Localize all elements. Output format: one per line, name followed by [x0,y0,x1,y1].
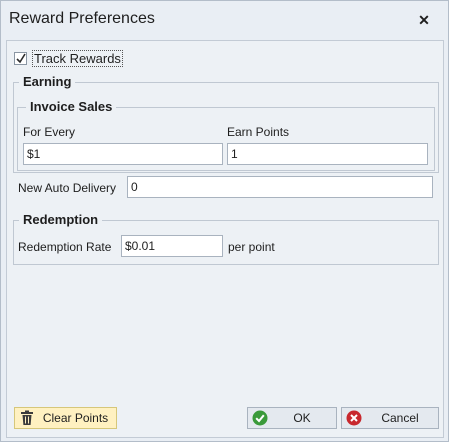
new-auto-delivery-label: New Auto Delivery [18,181,117,195]
redemption-group-title: Redemption [19,212,103,227]
redemption-rate-label: Redemption Rate [18,240,112,254]
earn-points-input[interactable] [227,143,428,165]
cancel-label: Cancel [381,411,419,425]
for-every-input[interactable] [23,143,223,165]
dialog-title: Reward Preferences [9,10,155,27]
check-mark-icon [16,53,26,63]
dialog-content: Track Rewards Earning Invoice Sales For … [6,40,444,438]
earning-group-title: Earning [19,74,76,89]
clear-points-button[interactable]: Clear Points [14,407,117,429]
x-circle-icon [346,410,362,426]
ok-button[interactable]: OK [247,407,337,429]
track-rewards-label: Track Rewards [32,49,123,67]
ok-label: OK [293,411,311,425]
check-circle-icon [252,410,268,426]
per-point-label: per point [228,240,275,254]
cancel-button[interactable]: Cancel [341,407,439,429]
for-every-label: For Every [23,125,76,139]
title-bar: Reward Preferences ✕ [1,1,448,39]
track-rewards-checkbox[interactable]: Track Rewards [14,49,123,67]
reward-preferences-dialog: Reward Preferences ✕ Track Rewards Earni… [0,0,449,442]
close-icon[interactable]: ✕ [413,10,435,30]
redemption-rate-input[interactable] [121,235,223,257]
invoice-sales-group-title: Invoice Sales [26,99,117,114]
clear-points-label: Clear Points [42,411,109,425]
checkbox-box[interactable] [14,51,27,65]
earn-points-label: Earn Points [227,125,290,139]
new-auto-delivery-input[interactable] [127,176,433,198]
trash-icon [21,410,33,425]
